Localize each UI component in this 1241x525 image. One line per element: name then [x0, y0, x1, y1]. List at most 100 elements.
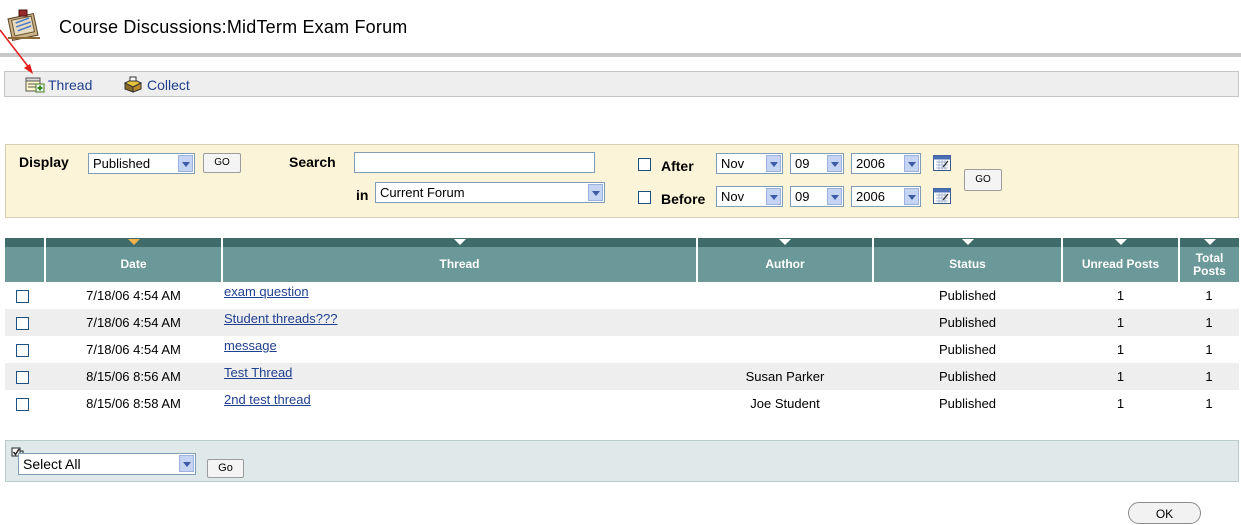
bulk-action-select[interactable]: Select All	[18, 453, 196, 475]
status-cell: Published	[938, 342, 997, 357]
chevron-down-icon	[766, 155, 781, 172]
status-cell: Published	[938, 288, 997, 303]
sort-arrow-icon	[1114, 239, 1127, 245]
search-label: Search	[289, 154, 336, 170]
before-day-value: 09	[795, 189, 810, 204]
author-cell: Susan Parker	[697, 363, 873, 390]
sort-author-arrow[interactable]	[697, 238, 874, 247]
unread-posts-cell: 1	[1116, 288, 1125, 303]
chevron-down-icon	[827, 188, 842, 205]
before-checkbox[interactable]	[638, 191, 651, 204]
after-checkbox[interactable]	[638, 158, 651, 171]
after-year-value: 2006	[856, 156, 885, 171]
unread-posts-cell: 1	[1116, 342, 1125, 357]
table-row: 7/18/06 4:54 AM exam question Published …	[5, 282, 1239, 309]
thread-link[interactable]: message	[224, 338, 277, 353]
row-checkbox[interactable]	[16, 317, 29, 331]
sort-arrow-icon	[779, 239, 791, 245]
thread-cell: Test Thread	[222, 363, 697, 390]
annotation-arrow	[0, 29, 33, 74]
sort-unread-arrow[interactable]	[1062, 238, 1180, 247]
chevron-down-icon	[766, 188, 781, 205]
author-cell	[697, 336, 873, 363]
column-unread-posts[interactable]: Unread Posts	[1062, 247, 1180, 282]
column-date[interactable]: Date	[45, 247, 223, 282]
thread-link[interactable]: Student threads???	[224, 311, 337, 326]
date-cell: 8/15/06 8:56 AM	[45, 363, 222, 390]
page-title: Course Discussions:MidTerm Exam Forum	[59, 17, 408, 37]
column-status[interactable]: Status	[873, 247, 1063, 282]
before-day-select[interactable]: 09	[790, 186, 844, 207]
unread-posts-cell: 1	[1116, 396, 1125, 411]
column-thread[interactable]: Thread	[222, 247, 698, 282]
author-cell	[697, 309, 873, 336]
ok-button[interactable]: OK	[1128, 502, 1201, 524]
thread-cell: message	[222, 336, 697, 363]
row-checkbox[interactable]	[16, 344, 29, 358]
search-scope-value: Current Forum	[380, 185, 465, 200]
calendar-icon[interactable]	[933, 155, 951, 171]
calendar-icon[interactable]	[933, 188, 951, 204]
chevron-down-icon	[588, 184, 603, 201]
sort-thread-arrow[interactable]	[222, 238, 698, 247]
row-select-cell	[5, 390, 45, 417]
collect-label: Collect	[147, 76, 190, 93]
author-cell: Joe Student	[750, 396, 820, 411]
date-cell: 7/18/06 4:54 AM	[45, 309, 222, 336]
status-cell: Published	[873, 363, 1062, 390]
thread-cell: 2nd test thread	[222, 390, 697, 417]
status-cell: Published	[873, 309, 1062, 336]
date-cell: 7/18/06 4:54 AM	[86, 288, 181, 303]
column-total-posts[interactable]: Total Posts	[1179, 247, 1239, 282]
bulk-go-button[interactable]: Go	[207, 459, 244, 478]
after-label: After	[661, 158, 694, 174]
action-bar: Thread Collect	[4, 71, 1239, 97]
total-posts-cell: 1	[1179, 309, 1239, 336]
before-month-value: Nov	[721, 189, 745, 204]
bulk-action-value: Select All	[23, 456, 81, 472]
total-posts-cell: 1	[1205, 396, 1213, 411]
table-row: 7/18/06 4:54 AM Student threads??? Publi…	[5, 309, 1239, 336]
chevron-down-icon	[178, 155, 193, 172]
after-day-select[interactable]: 09	[790, 153, 844, 174]
search-input[interactable]	[354, 152, 595, 173]
collect-button[interactable]: Collect	[122, 76, 190, 93]
search-scope-select[interactable]: Current Forum	[375, 182, 605, 203]
date-go-button[interactable]: GO	[964, 169, 1002, 191]
collect-icon	[123, 76, 143, 93]
row-checkbox[interactable]	[16, 290, 29, 304]
sort-total-arrow[interactable]	[1179, 238, 1239, 247]
row-checkbox[interactable]	[16, 371, 29, 385]
total-posts-cell: 1	[1179, 363, 1239, 390]
display-select-value: Published	[93, 156, 151, 171]
date-cell: 8/15/06 8:58 AM	[86, 396, 181, 411]
total-posts-cell: 1	[1205, 342, 1213, 357]
unread-posts-cell: 1	[1062, 309, 1179, 336]
before-label: Before	[661, 191, 706, 207]
thread-link[interactable]: exam question	[224, 284, 309, 299]
chevron-down-icon	[179, 455, 194, 472]
select-column	[5, 247, 46, 282]
thread-link[interactable]: Test Thread	[224, 365, 292, 380]
select-column-header	[5, 238, 46, 247]
sort-status-arrow[interactable]	[873, 238, 1063, 247]
display-select[interactable]: Published	[88, 153, 195, 174]
after-day-value: 09	[795, 156, 810, 171]
after-month-select[interactable]: Nov	[716, 153, 783, 174]
status-cell: Published	[938, 396, 997, 411]
thread-table: Date Thread Author Status Unread Posts T…	[5, 238, 1239, 417]
unread-posts-cell: 1	[1062, 363, 1179, 390]
display-go-button[interactable]: GO	[203, 153, 241, 173]
column-author[interactable]: Author	[697, 247, 874, 282]
chevron-down-icon	[827, 155, 842, 172]
table-row: 7/18/06 4:54 AM message Published 1 1	[5, 336, 1239, 363]
before-month-select[interactable]: Nov	[716, 186, 783, 207]
before-year-select[interactable]: 2006	[851, 186, 921, 207]
row-checkbox[interactable]	[16, 398, 29, 412]
sort-arrow-icon	[961, 239, 974, 245]
thread-link[interactable]: 2nd test thread	[224, 392, 311, 407]
sort-date-arrow[interactable]	[45, 238, 223, 247]
display-label: Display	[19, 154, 69, 170]
after-year-select[interactable]: 2006	[851, 153, 921, 174]
total-posts-cell: 1	[1205, 288, 1213, 303]
